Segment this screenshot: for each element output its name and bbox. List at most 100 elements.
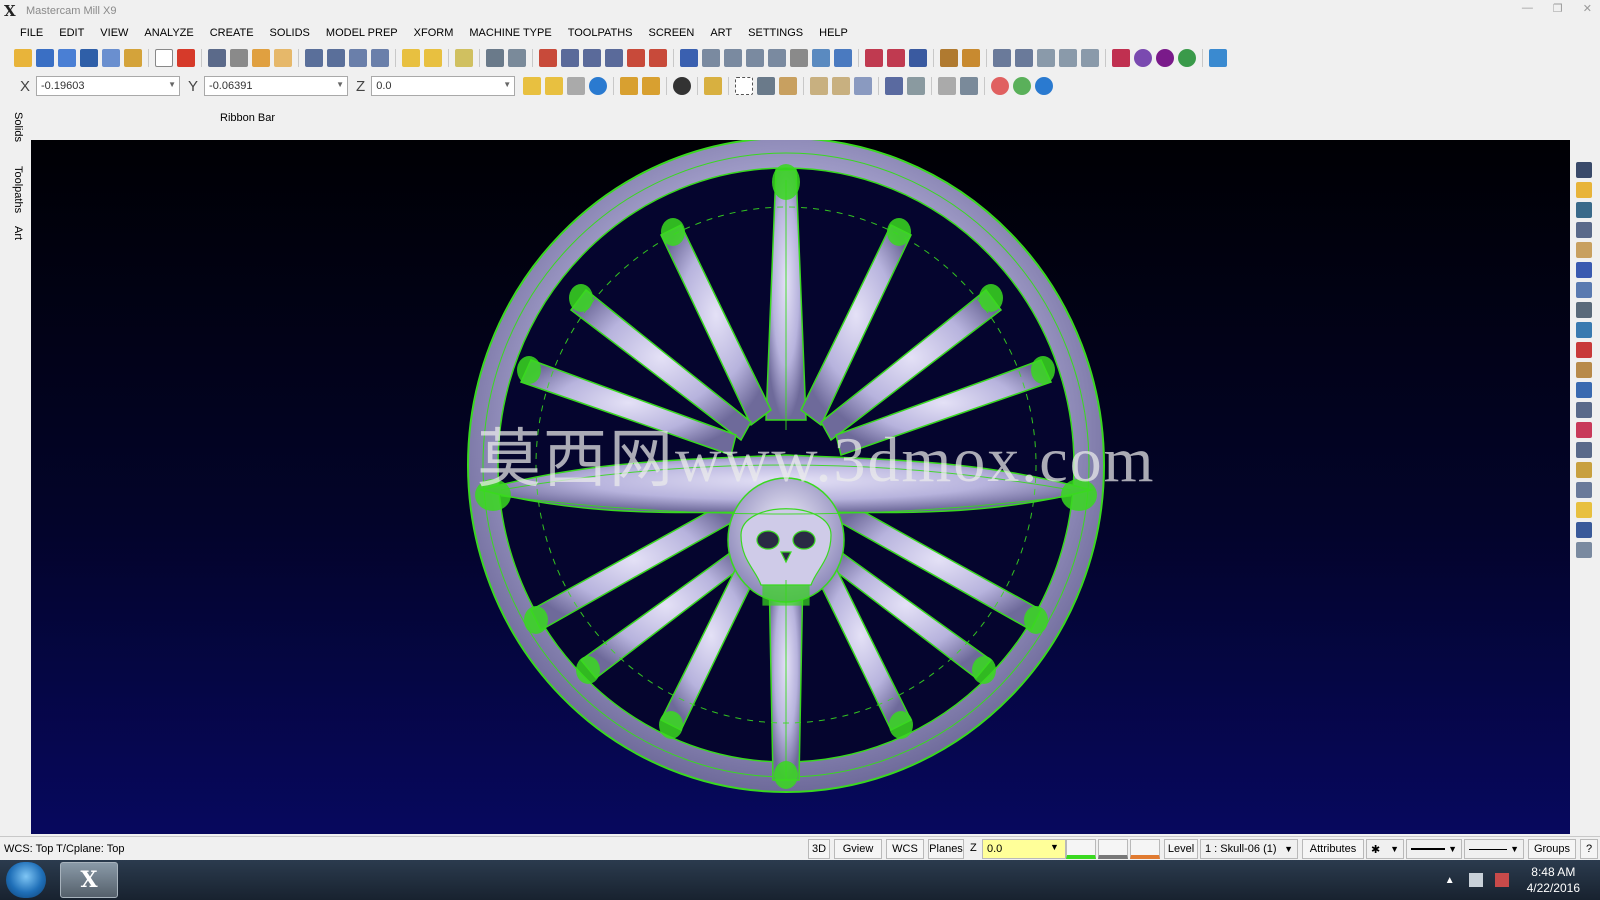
fast-point-icon[interactable] [523, 77, 542, 95]
level-select[interactable]: 1 : Skull-06 (1) ▼ [1200, 839, 1298, 859]
gear-icon[interactable] [1134, 49, 1152, 67]
query-icon[interactable] [1576, 522, 1592, 538]
app-x-icon[interactable]: X [4, 3, 20, 19]
graphics-viewport[interactable]: 莫西网www.3dmox.com [31, 140, 1570, 834]
select-face-icon[interactable] [810, 77, 829, 95]
save-as-icon[interactable] [58, 49, 76, 67]
simulate-icon[interactable] [1112, 49, 1130, 67]
menu-xform[interactable]: XFORM [406, 22, 462, 44]
measure-icon[interactable] [1576, 322, 1592, 338]
solid-revolve-icon[interactable] [887, 49, 905, 67]
chevron-down-icon[interactable]: ▼ [336, 80, 344, 89]
z-coordinate-field[interactable]: 0.0 ▼ [371, 76, 516, 96]
menu-settings[interactable]: SETTINGS [740, 22, 811, 44]
tab-art[interactable]: Art [12, 226, 24, 240]
menu-help[interactable]: HELP [811, 22, 856, 44]
menu-analyze[interactable]: ANALYZE [136, 22, 201, 44]
menu-screen[interactable]: SCREEN [640, 22, 702, 44]
line-tool-icon[interactable] [1576, 542, 1592, 558]
select-only-icon[interactable] [642, 77, 661, 95]
create-surface-icon[interactable] [812, 49, 830, 67]
start-orb-icon[interactable] [6, 862, 46, 898]
new-icon[interactable] [155, 49, 173, 67]
arc-tool-icon[interactable] [1576, 482, 1592, 498]
dimension-ruler-icon[interactable] [1576, 302, 1592, 318]
line-width-select[interactable]: ▼ [1464, 839, 1524, 859]
menu-view[interactable]: VIEW [92, 22, 136, 44]
line-icon[interactable] [327, 49, 345, 67]
verify-icon[interactable] [885, 77, 904, 95]
trim-icon[interactable] [455, 49, 473, 67]
point-style-select[interactable]: ✱ ▼ [1366, 839, 1404, 859]
tab-toolpaths[interactable]: Toolpaths [12, 166, 24, 213]
break-icon[interactable] [486, 49, 504, 67]
chevron-down-icon[interactable]: ▼ [1448, 844, 1457, 854]
attributes-button[interactable]: Attributes [1302, 839, 1364, 859]
action-center-icon[interactable] [1494, 873, 1509, 887]
puzzle-icon[interactable] [1209, 49, 1227, 67]
color-icon[interactable] [1066, 839, 1096, 859]
save-icon[interactable] [36, 49, 54, 67]
offset-icon[interactable] [605, 49, 623, 67]
y-coordinate-field[interactable]: -0.06391 ▼ [204, 76, 349, 96]
3d-button[interactable]: 3D [808, 839, 830, 859]
create-point-icon[interactable] [680, 49, 698, 67]
angle-icon[interactable] [349, 49, 367, 67]
point-icon[interactable] [305, 49, 323, 67]
solid-box-icon[interactable] [1015, 49, 1033, 67]
contour-icon[interactable] [371, 49, 389, 67]
close-icon[interactable]: ✕ [1583, 2, 1592, 15]
tree-icon[interactable] [1576, 282, 1592, 298]
solid-layers-icon[interactable] [909, 49, 927, 67]
surface-color-icon[interactable] [1098, 839, 1128, 859]
level-button[interactable]: Level [1164, 839, 1198, 859]
brush-icon[interactable] [424, 49, 442, 67]
cross-icon[interactable] [508, 49, 526, 67]
chevron-down-icon[interactable]: ▼ [1390, 844, 1399, 854]
refresh-icon[interactable] [673, 77, 692, 95]
pointer-icon[interactable] [757, 77, 776, 95]
groups-button[interactable]: Groups [1528, 839, 1576, 859]
axis-icon[interactable] [567, 77, 586, 95]
toolpath-icon[interactable] [993, 49, 1011, 67]
mesh-icon[interactable] [1059, 49, 1077, 67]
tab-solids[interactable]: Solids [12, 112, 24, 142]
solid-extrude-icon[interactable] [865, 49, 883, 67]
solid-pack-icon[interactable] [1576, 422, 1592, 438]
autocursor-icon[interactable] [545, 77, 564, 95]
x-coordinate-field[interactable]: -0.19603 ▼ [36, 76, 181, 96]
menu-model-prep[interactable]: MODEL PREP [318, 22, 406, 44]
box-select-icon[interactable] [735, 77, 754, 95]
cube-icon[interactable] [1576, 442, 1592, 458]
link-icon[interactable] [1576, 402, 1592, 418]
undo-select-icon[interactable] [907, 77, 926, 95]
window-select-icon[interactable] [704, 77, 723, 95]
create-shape-icon[interactable] [834, 49, 852, 67]
menu-solids[interactable]: SOLIDS [262, 22, 318, 44]
open-icon[interactable] [14, 49, 32, 67]
copy-icon[interactable] [102, 49, 120, 67]
unblank-icon[interactable] [960, 77, 979, 95]
stretch-icon[interactable] [649, 49, 667, 67]
menu-create[interactable]: CREATE [202, 22, 262, 44]
tray-expand-icon[interactable]: ▲ [1445, 875, 1455, 886]
planes-button[interactable]: Planes [928, 839, 964, 859]
chevron-down-icon[interactable]: ▼ [1284, 844, 1293, 854]
pencil-icon[interactable] [402, 49, 420, 67]
stack-layers-icon[interactable] [1576, 382, 1592, 398]
gear-dark-icon[interactable] [1156, 49, 1174, 67]
stock-box-icon[interactable] [1576, 242, 1592, 258]
sum-icon[interactable] [230, 49, 248, 67]
stop-icon[interactable] [991, 77, 1010, 95]
shade-icon[interactable] [1576, 202, 1592, 218]
stock-icon[interactable] [1037, 49, 1055, 67]
scale-icon[interactable] [627, 49, 645, 67]
menu-machine-type[interactable]: MACHINE TYPE [461, 22, 559, 44]
floppy-icon[interactable] [1576, 262, 1592, 278]
gview-button[interactable]: Gview [834, 839, 882, 859]
select-body-icon[interactable] [779, 77, 798, 95]
menu-toolpaths[interactable]: TOOLPATHS [560, 22, 641, 44]
translate-icon[interactable] [539, 49, 557, 67]
view-cube-icon[interactable] [1576, 222, 1592, 238]
restore-icon[interactable]: ❐ [1553, 2, 1563, 15]
